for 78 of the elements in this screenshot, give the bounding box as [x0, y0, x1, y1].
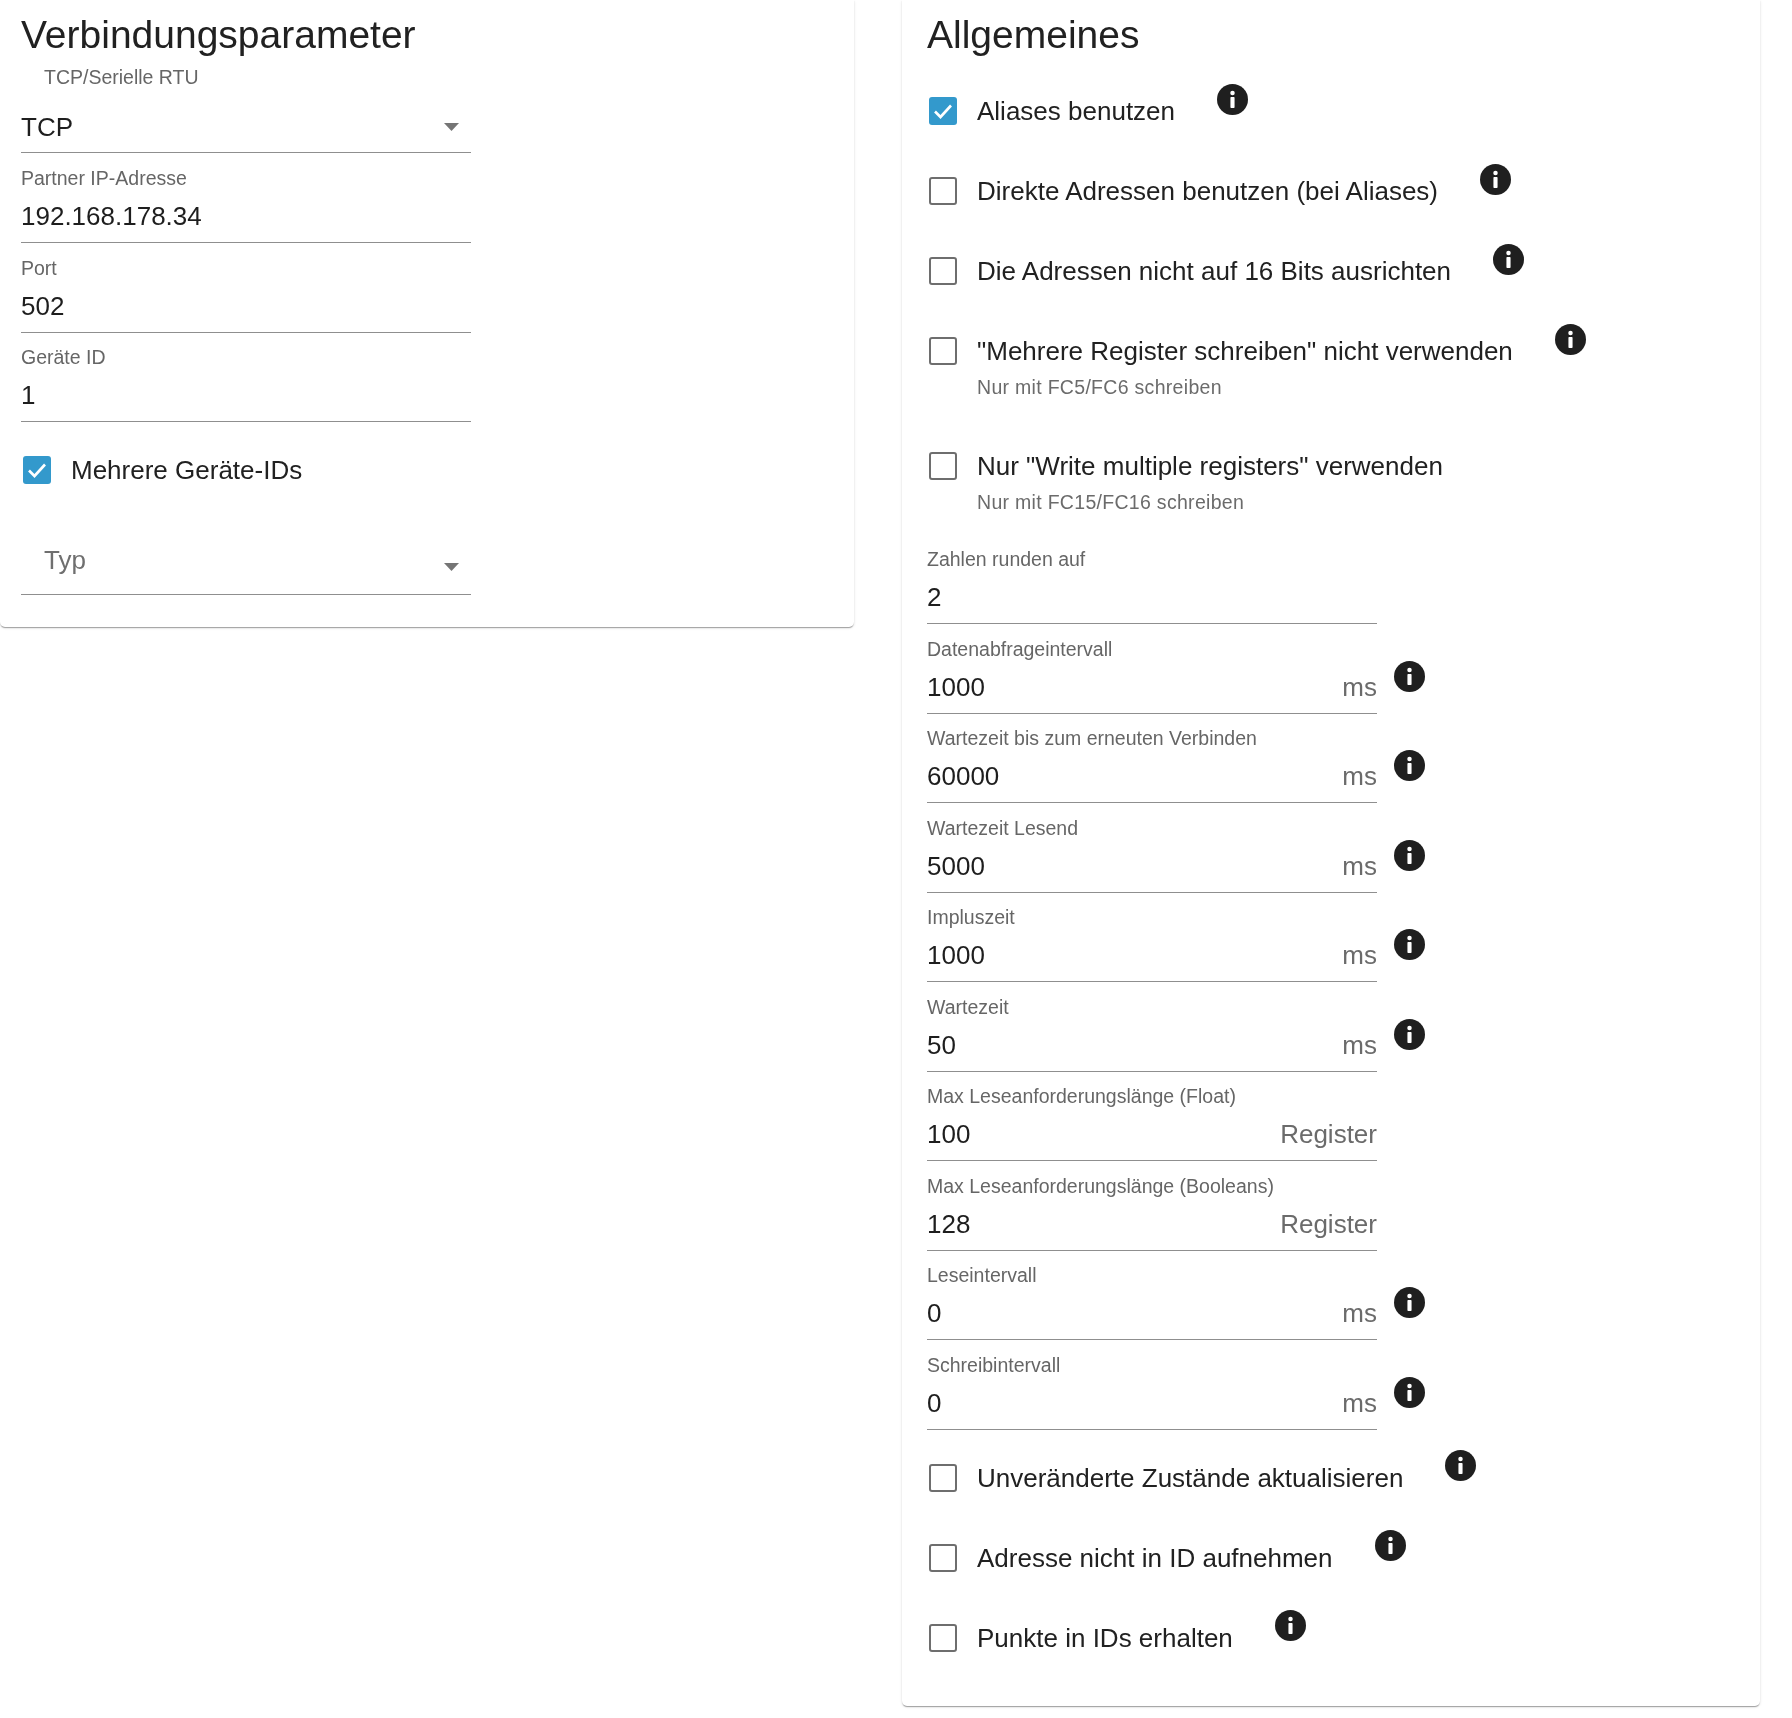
checkbox[interactable] [929, 1623, 957, 1652]
field-label: Zahlen runden auf [927, 548, 1086, 570]
checkbox-label: Unveränderte Zustände aktualisieren [977, 1462, 1404, 1493]
text-field[interactable]: 5000 ms [927, 850, 1377, 893]
checkbox-label: Nur "Write multiple registers" verwenden [977, 451, 1443, 481]
checkbox-label: Direkte Adressen benutzen (bei Aliases) [977, 176, 1439, 206]
checkbox[interactable] [23, 456, 51, 484]
info-icon[interactable] [1394, 1376, 1425, 1408]
info-icon[interactable] [1394, 929, 1425, 960]
checkbox[interactable] [929, 1463, 957, 1492]
select-field[interactable]: TCP [21, 112, 471, 153]
text-field[interactable]: 60000 ms [927, 761, 1377, 803]
checkbox[interactable] [929, 257, 957, 285]
checkbox-label: "Mehrere Register schreiben" nicht verwenden [977, 336, 1513, 366]
unit-label: ms [1342, 940, 1377, 970]
caret-icon [444, 123, 459, 131]
info-icon[interactable] [1394, 1018, 1425, 1050]
checkbox-label: Punkte in IDs erhalten [977, 1622, 1233, 1653]
checkbox-label: Adresse nicht in ID aufnehmen [977, 1542, 1333, 1573]
unit-label: Register [1280, 1208, 1377, 1239]
text-field[interactable]: 0 ms [927, 1298, 1377, 1340]
text-field[interactable]: 50 ms [927, 1029, 1377, 1072]
info-icon[interactable] [1217, 83, 1249, 115]
text-field[interactable]: 192.168.178.34 [21, 201, 471, 243]
field-label: Impluszeit [927, 906, 1015, 928]
section-title: Verbindungsparameter [21, 12, 416, 58]
info-icon[interactable] [1394, 839, 1425, 871]
info-icon[interactable] [1493, 243, 1525, 275]
check-icon [27, 462, 47, 478]
field-label: Wartezeit bis zum erneuten Verbinden [927, 727, 1257, 749]
field-label: TCP/Serielle RTU [44, 66, 199, 88]
unit-label: ms [1342, 671, 1377, 702]
info-icon[interactable] [1374, 1530, 1406, 1561]
info-icon[interactable] [1480, 163, 1512, 195]
field-label: Geräte ID [21, 346, 106, 368]
checkbox-label: Aliases benutzen [977, 96, 1176, 126]
checkbox-label: Mehrere Geräte-IDs [71, 455, 303, 485]
checkbox-label: Die Adressen nicht auf 16 Bits ausrichten [977, 256, 1452, 286]
field-label: Port [21, 256, 57, 279]
caret-icon [444, 563, 459, 571]
text-field[interactable]: 2 [927, 582, 1377, 624]
unit-label: ms [1342, 1029, 1377, 1060]
checkbox[interactable] [929, 1543, 957, 1572]
check-icon [933, 103, 953, 119]
field-label: Wartezeit Lesend [927, 816, 1079, 839]
info-icon[interactable] [1394, 660, 1425, 692]
text-field[interactable]: 502 [21, 290, 471, 333]
field-label: Wartezeit [927, 995, 1009, 1018]
unit-label: ms [1342, 1298, 1377, 1328]
unit-label: ms [1342, 1387, 1377, 1418]
text-field[interactable]: 100 Register [927, 1119, 1377, 1161]
field-label: Max Leseanforderungslänge (Booleans) [927, 1174, 1274, 1197]
text-field[interactable]: 1 [21, 380, 471, 422]
helper-text: Nur mit FC5/FC6 schreiben [977, 376, 1222, 398]
info-icon[interactable] [1445, 1450, 1477, 1481]
text-field[interactable]: 128 Register [927, 1208, 1377, 1251]
unit-label: ms [1342, 850, 1377, 881]
info-icon[interactable] [1274, 1610, 1306, 1641]
section-title: Allgemeines [927, 12, 1140, 58]
checkbox[interactable] [929, 337, 957, 365]
field-label: Schreibintervall [927, 1353, 1061, 1376]
info-icon[interactable] [1554, 323, 1586, 355]
info-icon[interactable] [1394, 750, 1425, 781]
unit-label: ms [1342, 761, 1377, 791]
field-label: Leseintervall [927, 1264, 1037, 1286]
field-label: Max Leseanforderungslänge (Float) [927, 1085, 1236, 1107]
text-field[interactable]: 0 ms [927, 1387, 1377, 1430]
text-field[interactable]: 1000 ms [927, 940, 1377, 982]
checkbox[interactable] [929, 177, 957, 205]
helper-text: Nur mit FC15/FC16 schreiben [977, 491, 1245, 513]
checkbox[interactable] [929, 452, 957, 480]
unit-label: Register [1280, 1119, 1377, 1149]
field-label: Datenabfrageintervall [927, 637, 1113, 660]
checkbox[interactable] [929, 97, 957, 125]
select-field[interactable]: Typ [21, 528, 471, 595]
info-icon[interactable] [1394, 1287, 1425, 1318]
field-label: Partner IP-Adresse [21, 167, 187, 189]
text-field[interactable]: 1000 ms [927, 671, 1377, 714]
